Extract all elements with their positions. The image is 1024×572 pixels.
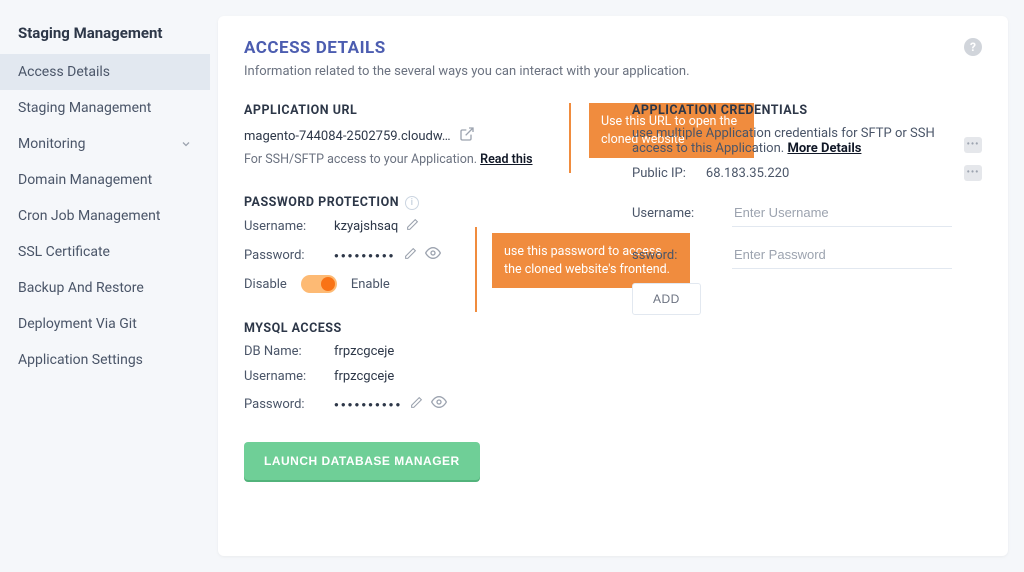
password-protection-heading: PASSWORD PROTECTION i <box>244 195 574 210</box>
pp-password-value: ●●●●●●●●● <box>334 251 396 260</box>
app-url-heading: APPLICATION URL <box>244 103 574 118</box>
db-name-value: frpzcgceje <box>334 344 394 359</box>
cred-username-input[interactable] <box>732 199 952 227</box>
sidebar-item-access-details[interactable]: Access Details <box>0 54 210 90</box>
more-actions-icon[interactable]: ••• <box>964 137 982 153</box>
pp-username-value: kzyajshsaq <box>334 219 398 234</box>
db-user-label: Username: <box>244 369 334 384</box>
eye-icon[interactable] <box>425 245 441 265</box>
sidebar-item-cron-job-management[interactable]: Cron Job Management <box>0 198 210 234</box>
add-credential-button[interactable]: ADD <box>632 283 701 315</box>
cred-password-input[interactable] <box>732 241 952 269</box>
app-url-value: magento-744084-2502759.cloudw… <box>244 129 451 144</box>
sidebar-item-backup-and-restore[interactable]: Backup And Restore <box>0 270 210 306</box>
db-name-label: DB Name: <box>244 344 334 359</box>
app-credentials-desc: use multiple Application credentials for… <box>632 126 952 156</box>
db-pass-value: ●●●●●●●●●● <box>334 400 402 409</box>
chevron-down-icon <box>180 138 192 150</box>
page-subtitle: Information related to the several ways … <box>244 64 690 79</box>
sidebar-item-deployment-via-git[interactable]: Deployment Via Git <box>0 306 210 342</box>
callout-line <box>569 103 571 173</box>
more-actions-icon[interactable]: ••• <box>964 165 982 181</box>
sidebar-item-ssl-certificate[interactable]: SSL Certificate <box>0 234 210 270</box>
sidebar: Staging Management Access Details Stagin… <box>0 0 210 572</box>
cred-username-label: Username: <box>632 206 704 221</box>
page-title: ACCESS DETAILS <box>244 38 690 58</box>
edit-icon[interactable] <box>404 247 417 264</box>
mysql-access-heading: MYSQL ACCESS <box>244 321 574 336</box>
db-user-value: frpzcgceje <box>334 369 394 384</box>
disable-label: Disable <box>244 277 287 292</box>
password-protection-toggle[interactable] <box>301 275 337 293</box>
db-pass-label: Password: <box>244 397 334 412</box>
launch-db-manager-button[interactable]: LAUNCH DATABASE MANAGER <box>244 442 480 480</box>
sidebar-item-application-settings[interactable]: Application Settings <box>0 342 210 378</box>
more-details-link[interactable]: More Details <box>787 141 861 156</box>
enable-label: Enable <box>351 277 390 292</box>
pp-username-label: Username: <box>244 219 334 234</box>
callout-line <box>475 227 477 312</box>
sidebar-item-monitoring[interactable]: Monitoring <box>0 126 210 162</box>
app-url-help: For SSH/SFTP access to your Application.… <box>244 152 574 167</box>
cred-password-label: ssword: <box>632 248 704 263</box>
external-link-icon[interactable] <box>459 126 475 146</box>
sidebar-item-domain-management[interactable]: Domain Management <box>0 162 210 198</box>
help-icon[interactable]: ? <box>964 38 982 56</box>
eye-icon[interactable] <box>431 394 447 414</box>
main-panel: ACCESS DETAILS Information related to th… <box>218 16 1008 556</box>
sidebar-item-staging-management[interactable]: Staging Management <box>0 90 210 126</box>
app-credentials-heading: APPLICATION CREDENTIALS <box>632 103 952 118</box>
public-ip-value: 68.183.35.220 <box>706 166 789 181</box>
sidebar-title: Staging Management <box>0 16 210 54</box>
public-ip-label: Public IP: <box>632 166 686 181</box>
read-this-link[interactable]: Read this <box>480 152 532 167</box>
pp-password-label: Password: <box>244 248 334 263</box>
edit-icon[interactable] <box>406 218 419 235</box>
edit-icon[interactable] <box>410 396 423 413</box>
info-icon[interactable]: i <box>405 196 419 210</box>
